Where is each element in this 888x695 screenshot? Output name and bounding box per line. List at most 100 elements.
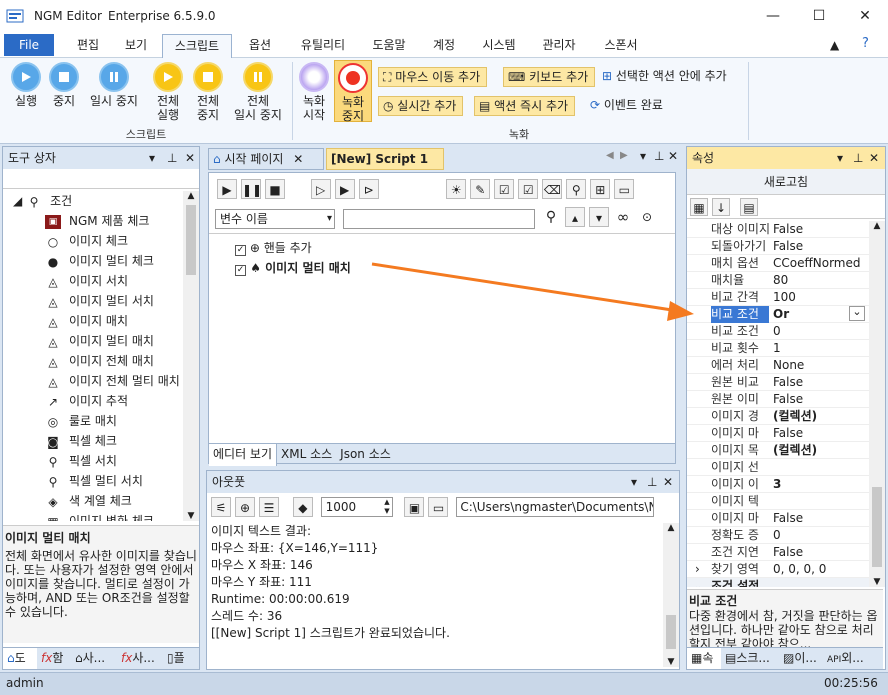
script-line-add-handle[interactable]: ✓ ⊕ 핸들 추가 (235, 239, 312, 257)
tab-json-source[interactable]: Json 소스 (336, 444, 395, 466)
categorized-icon[interactable]: ▦ (690, 198, 708, 216)
toolbox-item[interactable]: ◬ 이미지 매치 (3, 311, 183, 331)
stop-icon[interactable]: ■ (265, 179, 285, 199)
check-all-icon[interactable]: ☑ (494, 179, 515, 199)
dropdown-icon[interactable]: ▾ (837, 147, 843, 169)
stop-button[interactable]: 중지 (44, 62, 84, 108)
property-row[interactable]: 조건 지연 False (687, 544, 869, 561)
search-icon[interactable]: ⚲ (541, 207, 561, 227)
property-row[interactable]: 이미지 이3 (687, 476, 869, 493)
property-row[interactable]: › 찾기 영역 0, 0, 0, 0 (687, 561, 869, 578)
check-icon[interactable]: ☑ (518, 179, 539, 199)
edit-icon[interactable]: ✎ (470, 179, 491, 199)
toolbox-item[interactable]: ↗ 이미지 추적 (3, 391, 183, 411)
property-row[interactable]: 비교 횟수 1 (687, 340, 869, 357)
tab-options[interactable]: 옵션 (238, 32, 282, 58)
list-icon[interactable]: ☰ (259, 497, 279, 517)
play-icon[interactable]: ▶ (217, 179, 237, 199)
add-realtime-button[interactable]: ◷ 실시간 추가 (378, 96, 464, 116)
pin-icon[interactable]: ⊥ (647, 471, 657, 493)
tab-editor-view[interactable]: 에디터 보기 (209, 444, 278, 466)
toolbox-item[interactable]: ⚲ 픽셀 서치 (3, 451, 183, 471)
scroll-thumb[interactable] (666, 615, 676, 649)
toolbox-item[interactable]: ○ 이미지 체크 (3, 231, 183, 251)
variable-value-input[interactable] (343, 209, 535, 229)
sort-az-icon[interactable]: ↓ (712, 198, 730, 216)
step-icon[interactable]: ▷ (310, 179, 331, 199)
tab-script[interactable]: 스크립트 (162, 34, 232, 59)
play-button[interactable]: 실행 (4, 62, 48, 108)
toolbox-item[interactable]: ◬ 이미지 전체 멀티 매치 (3, 371, 183, 391)
scroll-thumb[interactable] (186, 205, 196, 275)
toolbox-item[interactable]: ◎ 룰로 매치 (3, 411, 183, 431)
max-lines-input[interactable]: 1000 ▲ ▼ (320, 497, 393, 517)
tab-user2[interactable]: fx사... (117, 648, 163, 669)
close-icon[interactable]: ✕ (293, 152, 303, 166)
refresh-button[interactable]: 새로고침 (687, 169, 885, 195)
close-button[interactable]: ✕ (842, 0, 888, 32)
tab-script[interactable]: ▤스크... (721, 648, 779, 669)
stop-all-button[interactable]: 전체 중지 (186, 62, 230, 122)
checkbox[interactable]: ✓ (235, 245, 246, 256)
property-row[interactable]: 이미지 마 False (687, 425, 869, 442)
tab-sponsor[interactable]: 스폰서 (594, 32, 648, 58)
property-row[interactable]: 매치 옵션 CCoeffNormed (687, 255, 869, 272)
pin-icon[interactable]: ⊥ (167, 147, 177, 169)
run-from-icon[interactable]: ⊳ (358, 179, 379, 199)
property-row[interactable]: 이미지 마 False (687, 510, 869, 527)
tab-admin[interactable]: 관리자 (532, 32, 586, 58)
property-row[interactable]: 원본 이미 False (687, 391, 869, 408)
script-line-image-multi-match[interactable]: ✓ ♠ 이미지 멀티 매치 (235, 259, 351, 277)
add-file-icon[interactable]: ⊕ (235, 497, 255, 517)
search-icon[interactable]: ⚲ (566, 179, 587, 199)
property-section-header[interactable]: ⌄ 조건 설정 (687, 578, 869, 587)
delete-icon[interactable]: ⌫ (542, 179, 563, 199)
dropdown-icon[interactable]: ▾ (149, 147, 155, 169)
scroll-thumb[interactable] (872, 487, 882, 567)
property-row[interactable]: 이미지 목 (컬렉션) (687, 442, 869, 459)
toolbox-item[interactable]: ◬ 이미지 멀티 서치 (3, 291, 183, 311)
toolbox-item[interactable]: ◬ 이미지 서치 (3, 271, 183, 291)
property-row[interactable]: 이미지 텍 (687, 493, 869, 510)
output-path-field[interactable]: C:\Users\ngmaster\Documents\NGM (456, 497, 655, 517)
tree-icon[interactable]: ⊞ (590, 179, 611, 199)
close-icon[interactable]: ✕ (185, 147, 195, 169)
toolbox-search-input[interactable] (3, 169, 199, 189)
dropdown-icon[interactable]: ▾ (640, 149, 646, 163)
arrow-up-icon[interactable]: ▴ (565, 207, 585, 227)
tab-toolbox[interactable]: ⌂도 (3, 648, 37, 669)
expand-icon[interactable]: › (695, 561, 700, 578)
pause-all-button[interactable]: 전체 일시 중지 (228, 62, 288, 122)
tab-functions[interactable]: fx함 (37, 648, 71, 669)
output-scrollbar[interactable]: ▲ ▼ (663, 523, 679, 667)
expand-icon[interactable]: ◢ (13, 194, 22, 208)
add-keyboard-button[interactable]: ⌨ 키보드 추가 (503, 67, 596, 87)
bulb-icon[interactable]: ☀ (446, 179, 467, 199)
tab-view[interactable]: 보기 (114, 32, 158, 58)
arrow-down-icon[interactable]: ▾ (589, 207, 609, 227)
tab-properties[interactable]: ▦속 (687, 648, 721, 669)
property-row[interactable]: 원본 비교 False (687, 374, 869, 391)
tab-plugins[interactable]: ▯플 (163, 648, 193, 669)
monitor-icon[interactable]: ▭ (614, 179, 635, 199)
tab-utility[interactable]: 유틸리티 (288, 32, 358, 58)
tab-account[interactable]: 계정 (422, 32, 466, 58)
infinity-icon[interactable]: ∞ (613, 207, 633, 227)
tab-scroll-left-icon[interactable]: ◀ (606, 150, 614, 161)
property-row[interactable]: 대상 이미지 False (687, 221, 869, 238)
tab-file[interactable]: File (4, 34, 54, 56)
pause-icon[interactable]: ❚❚ (241, 179, 262, 199)
record-start-button[interactable]: 녹화 시작 (296, 62, 332, 122)
property-row[interactable]: 되돌아가기 False (687, 238, 869, 255)
run-all-button[interactable]: 전체 실행 (146, 62, 190, 122)
eraser-icon[interactable]: ◆ (292, 497, 313, 517)
save-icon[interactable]: ▣ (404, 497, 425, 517)
property-row[interactable]: 에러 처리 None (687, 357, 869, 374)
record-stop-button[interactable]: 녹화 중지 (334, 60, 372, 123)
properties-scrollbar[interactable]: ▲ ▼ (869, 221, 885, 587)
toolbox-item[interactable]: ● 이미지 멀티 체크 (3, 251, 183, 271)
tab-start-page[interactable]: ⌂ 시작 페이지 ✕ (208, 148, 324, 170)
toolbox-item[interactable]: ▣ NGM 제품 체크 (3, 211, 183, 231)
tab-scroll-right-icon[interactable]: ▶ (620, 150, 628, 161)
more-icon[interactable]: ⊙ (637, 207, 657, 227)
